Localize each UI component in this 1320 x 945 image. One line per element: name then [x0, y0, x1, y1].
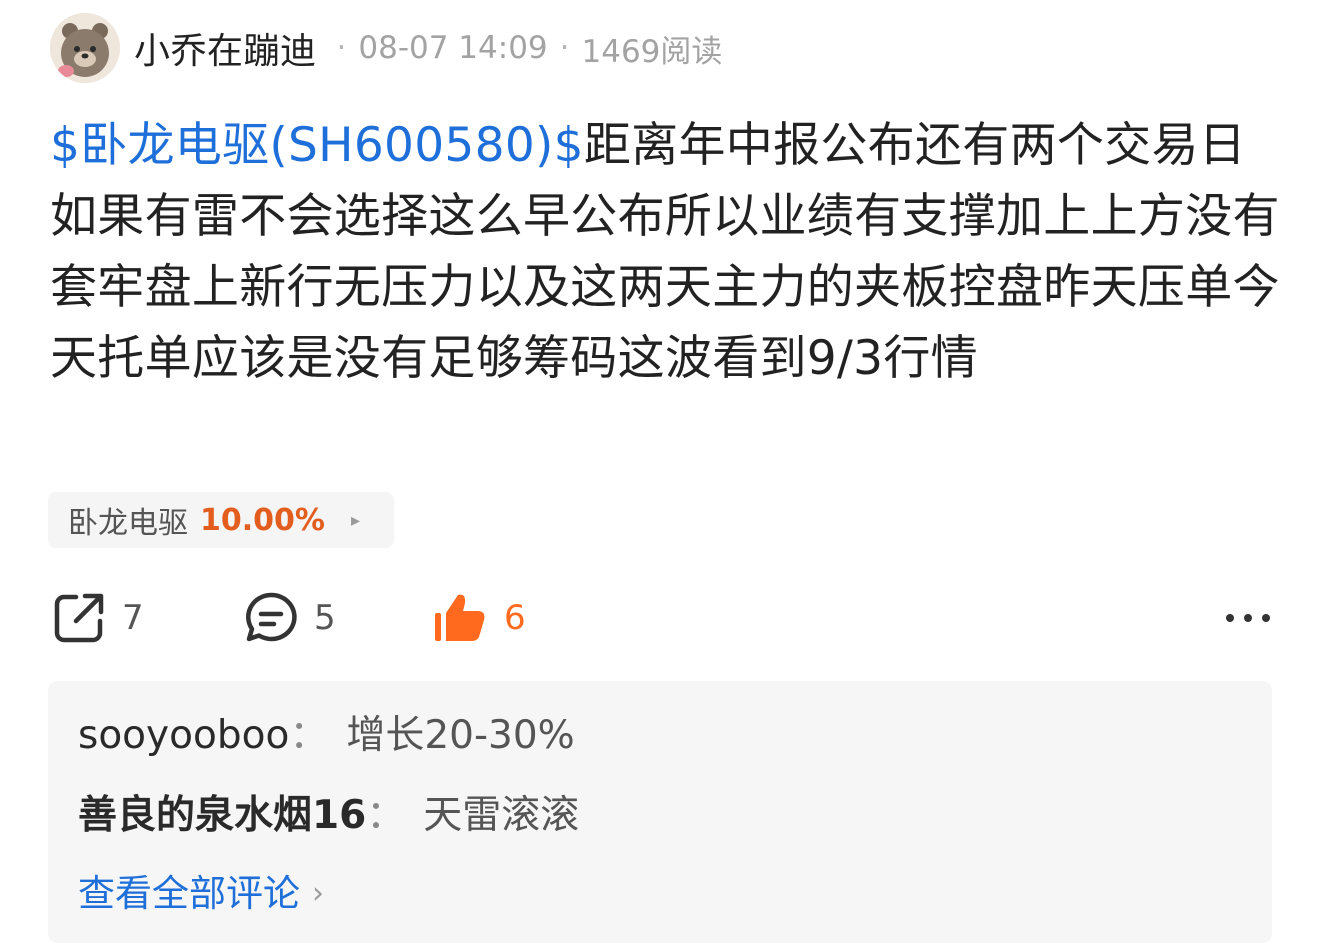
comment-item[interactable]: 善良的泉水烟16： 天雷滚滚: [78, 791, 579, 841]
comment-count: 5: [314, 598, 336, 638]
more-icon: [1226, 614, 1270, 622]
chevron-right-icon: ▸: [350, 509, 360, 531]
bear-avatar-icon: [50, 13, 120, 83]
comment-icon: [246, 592, 297, 642]
post-body: $卧龙电驱(SH600580)$距离年中报公布还有两个交易日如果有雷不会选择这么…: [50, 110, 1280, 394]
comment-text: 增长20-30%: [346, 713, 575, 758]
comment-separator: ：: [289, 713, 329, 758]
meta-separator: ·: [559, 30, 570, 66]
post-meta: · 08-07 14:09 · 1469阅读: [325, 26, 723, 71]
share-icon: [54, 593, 104, 643]
comment-text: 天雷滚滚: [423, 793, 580, 838]
meta-separator: ·: [336, 30, 347, 66]
more-button[interactable]: [1224, 588, 1272, 648]
stock-name: 卧龙电驱: [68, 506, 188, 541]
post-header: 小乔在蹦迪 · 08-07 14:09 · 1469阅读: [50, 12, 722, 84]
comment-item[interactable]: sooyooboo： 增长20-30%: [78, 711, 575, 761]
avatar[interactable]: [50, 13, 120, 83]
action-bar: 7 5 6: [50, 588, 1272, 648]
read-count: 1469阅读: [581, 33, 723, 70]
share-button[interactable]: 7: [50, 588, 144, 648]
share-count: 7: [122, 598, 144, 638]
username[interactable]: 小乔在蹦迪: [134, 22, 317, 74]
comment-button[interactable]: 5: [242, 588, 336, 648]
thumbs-up-icon: [435, 594, 485, 641]
stock-change: 10.00%: [200, 502, 325, 538]
comments-preview: sooyooboo： 增长20-30% 善良的泉水烟16： 天雷滚滚 查看全部评论 …: [48, 681, 1272, 943]
stock-quote-chip[interactable]: 卧龙电驱 10.00% ▸: [48, 492, 394, 548]
chevron-right-icon: ›: [312, 876, 324, 911]
like-count: 6: [504, 598, 526, 638]
post-datetime: 08-07 14:09: [358, 30, 548, 66]
like-button[interactable]: 6: [432, 588, 526, 648]
view-all-comments-link[interactable]: 查看全部评论 ›: [78, 869, 324, 919]
comment-separator: ：: [366, 793, 406, 838]
comment-author[interactable]: sooyooboo: [78, 713, 289, 758]
comment-author[interactable]: 善良的泉水烟16: [78, 793, 366, 838]
stock-link[interactable]: $卧龙电驱(SH600580)$: [50, 118, 584, 173]
view-all-label: 查看全部评论: [78, 872, 300, 915]
